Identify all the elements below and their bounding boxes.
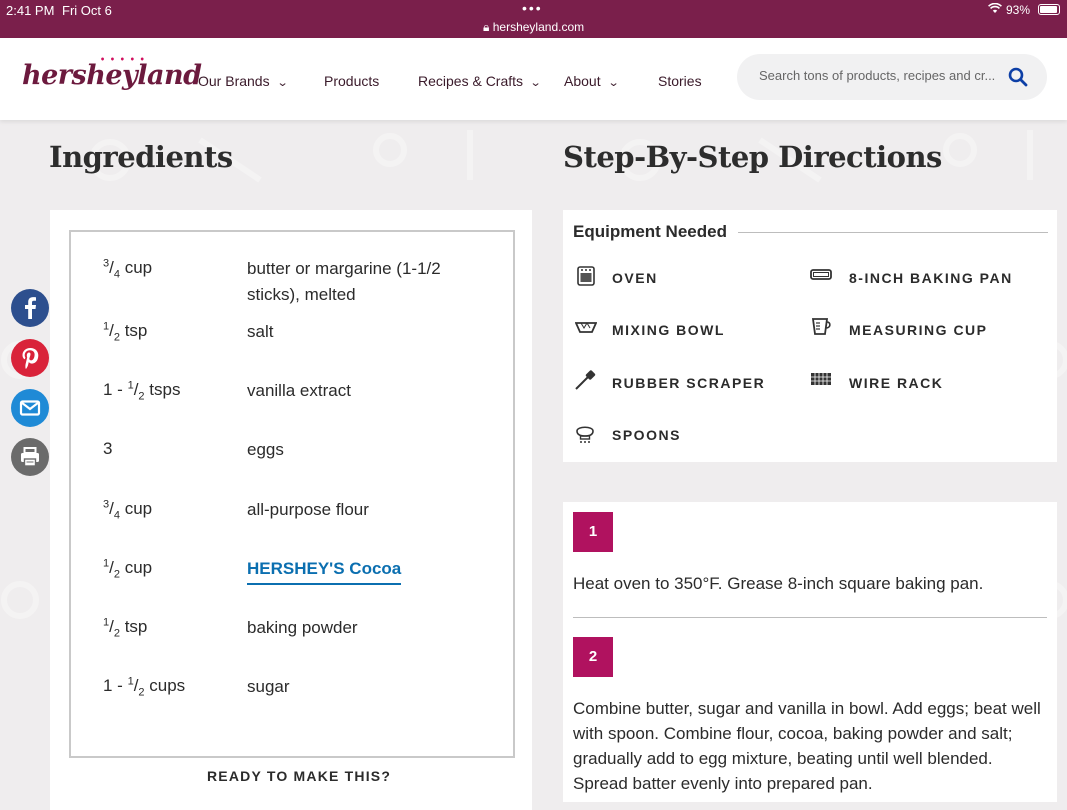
ingredients-heading: Ingredients (49, 140, 233, 174)
battery-icon (1038, 4, 1060, 15)
nav-label: Products (324, 73, 380, 89)
qty-numerator: 1 (103, 320, 110, 333)
qty-numerator: 3 (103, 257, 110, 270)
logo-text: hersheyland (22, 60, 202, 91)
equipment-title: Equipment Needed (573, 222, 733, 242)
equipment-mixing-bowl: MIXING BOWL (612, 322, 725, 338)
ingredient-name: eggs (247, 440, 284, 459)
nav-products[interactable]: Products (324, 73, 379, 89)
nav-label: Our Brands (198, 73, 270, 89)
equipment-oven: OVEN (612, 270, 658, 286)
search-icon[interactable] (1008, 67, 1028, 92)
equipment-rubber-scraper: RUBBER SCRAPER (612, 375, 766, 391)
ingredient-name: sugar (247, 677, 290, 696)
qty-unit: tsp (119, 321, 148, 340)
chevron-down-icon: ⌄ (529, 77, 542, 89)
nav-recipes-crafts[interactable]: Recipes & Crafts ⌄ (418, 73, 542, 89)
wifi-icon (988, 2, 1002, 17)
qty-numerator: 1 (127, 379, 134, 392)
pinterest-icon (22, 348, 39, 369)
ingredient-quantity: 1 - 1/2 cups (103, 675, 186, 699)
step-divider (573, 617, 1047, 618)
email-share-button[interactable] (11, 389, 49, 427)
mixing-bowl-icon (574, 319, 598, 340)
nav-about[interactable]: About ⌄ (564, 73, 620, 89)
ingredient-quantity: 1/2 tsp (103, 320, 148, 344)
multitask-dots-icon[interactable]: ••• (522, 0, 543, 16)
search-bar (737, 54, 1047, 100)
equipment-spoons: SPOONS (612, 427, 681, 443)
ingredient-name: butter or margarine (1-1/2 sticks), melt… (247, 259, 441, 304)
ingredient-quantity: 1 - 1/2 tsps (103, 379, 181, 403)
address-bar[interactable]: 🔒︎ hersheyland.com (483, 20, 584, 35)
nav-our-brands[interactable]: Our Brands ⌄ (198, 73, 289, 89)
nav-stories[interactable]: Stories (658, 73, 702, 89)
ingredients-list: 3/4 cup butter or margarine (1-1/2 stick… (69, 230, 515, 784)
qty-unit: cup (119, 499, 153, 518)
equipment-measuring-cup: MEASURING CUP (849, 322, 988, 338)
step-number-badge: 1 (573, 512, 613, 552)
hersheyland-logo[interactable]: • • • • • hersheyland (22, 54, 202, 91)
ingredient-quantity: 1/2 cup (103, 557, 153, 581)
chevron-down-icon: ⌄ (276, 77, 289, 89)
directions-heading: Step-By-Step Directions (563, 140, 942, 174)
ingredient-quantity: 3 (103, 439, 113, 458)
ingredient-quantity: 3/4 cup (103, 498, 153, 522)
facebook-icon (25, 297, 36, 319)
ingredient-name: all-purpose flour (247, 500, 369, 519)
qty-numerator: 1 (127, 675, 134, 688)
nav-label: Stories (658, 73, 702, 89)
equipment-card: Equipment Needed OVEN 8-INCH BAKING PAN … (563, 210, 1057, 462)
nav-label: About (564, 73, 601, 89)
qty-unit: cups (144, 676, 186, 695)
site-header: • • • • • hersheyland Our Brands ⌄ Produc… (0, 38, 1067, 120)
address-url: hersheyland.com (492, 20, 585, 34)
nav-label: Recipes & Crafts (418, 73, 524, 89)
baking-pan-icon (809, 265, 833, 290)
measuring-cup-icon (809, 316, 833, 341)
ingredient-name: vanilla extract (247, 381, 351, 400)
step-text: Heat oven to 350°F. Grease 8-inch square… (573, 574, 984, 593)
qty-unit: tsps (144, 380, 181, 399)
rubber-scraper-icon (573, 368, 597, 397)
spoons-icon (573, 421, 597, 450)
search-input[interactable] (757, 67, 1011, 84)
equipment-wire-rack: WIRE RACK (849, 375, 944, 391)
ingredient-name: baking powder (247, 618, 358, 637)
step-text: Combine butter, sugar and vanilla in bow… (573, 699, 1041, 793)
facebook-share-button[interactable] (11, 289, 49, 327)
status-time: 2:41 PM (6, 3, 55, 18)
qty-whole: 1 - (103, 676, 128, 695)
qty-numerator: 1 (103, 616, 110, 629)
browser-status-bar: 2:41 PM Fri Oct 6 ••• 🔒︎ hersheyland.com… (0, 0, 1067, 38)
email-icon (19, 400, 41, 416)
qty-unit: tsp (119, 617, 148, 636)
equipment-divider (738, 232, 1048, 233)
step-number-badge: 2 (573, 637, 613, 677)
oven-icon (575, 265, 597, 292)
chevron-down-icon: ⌄ (607, 77, 620, 89)
wire-rack-icon (810, 371, 832, 392)
ready-to-make-label[interactable]: READY TO MAKE THIS? (201, 768, 398, 784)
logo-stars-icon: • • • • • (100, 54, 146, 64)
ingredient-name: salt (247, 322, 274, 341)
status-date: Fri Oct 6 (62, 3, 112, 18)
battery-percent: 93% (1006, 3, 1031, 17)
hersheys-cocoa-link[interactable]: HERSHEY'S Cocoa (247, 556, 402, 585)
pinterest-share-button[interactable] (11, 339, 49, 377)
qty-numerator: 1 (103, 557, 110, 570)
steps-card: 1 Heat oven to 350°F. Grease 8-inch squa… (563, 502, 1057, 802)
equipment-baking-pan: 8-INCH BAKING PAN (849, 270, 1013, 286)
ingredients-card: 3/4 cup butter or margarine (1-1/2 stick… (50, 210, 532, 810)
ingredient-quantity: 3/4 cup (103, 257, 153, 281)
qty-unit: cup (119, 558, 153, 577)
qty-whole: 1 - (103, 380, 128, 399)
ingredient-quantity: 1/2 tsp (103, 616, 148, 640)
lock-icon: 🔒︎ (483, 20, 490, 34)
print-button[interactable] (11, 438, 49, 476)
qty-unit: cup (119, 258, 153, 277)
print-icon (21, 447, 39, 467)
qty-numerator: 3 (103, 498, 110, 511)
